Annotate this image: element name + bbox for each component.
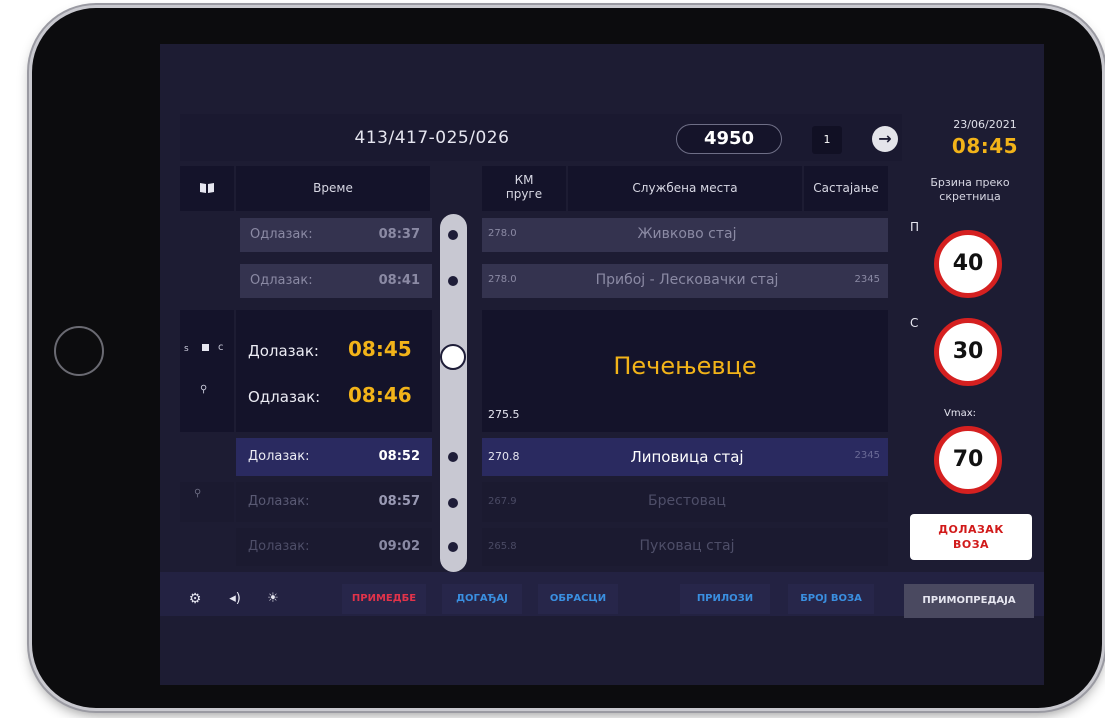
- current-arrival-time: 08:45: [348, 337, 412, 361]
- row-2-time-cell[interactable]: Долазак: 08:52: [236, 438, 432, 476]
- train-arrival-line2: ВОЗА: [952, 538, 990, 551]
- row-0-station: Живково стај: [637, 226, 737, 242]
- attachments-button[interactable]: ПРИЛОЗИ: [680, 584, 770, 614]
- signal-right-label: c: [218, 342, 224, 353]
- current-departure-time: 08:46: [348, 383, 412, 407]
- row-2-station: Липовица стај: [630, 448, 744, 466]
- settings-gear-icon[interactable]: ⚙: [180, 584, 210, 614]
- signal-left-label: s: [184, 344, 189, 354]
- remarks-button[interactable]: ПРИМЕДБЕ: [342, 584, 426, 614]
- event-button[interactable]: ДОГАЂАЈ: [442, 584, 522, 614]
- row-4-label: Долазак:: [248, 539, 310, 554]
- current-time-cell: Долазак: 08:45 Одлазак: 08:46: [236, 310, 432, 432]
- col-km-line2: пруге: [505, 187, 543, 201]
- book-icon-cell[interactable]: [180, 166, 234, 211]
- route-track: [440, 214, 467, 572]
- row-4-time-cell[interactable]: Долазак: 09:02: [236, 528, 432, 566]
- speed-sign-c: 30: [934, 318, 1002, 386]
- speed-sign-p: 40: [934, 230, 1002, 298]
- row-1-km: 278.0: [488, 274, 517, 285]
- row-4-time: 09:02: [378, 539, 420, 554]
- col-stations: Службена места: [568, 166, 802, 211]
- row-0-stop-dot: [448, 230, 458, 240]
- speed-sign-vmax: 70: [934, 426, 1002, 494]
- row-0-km: 278.0: [488, 228, 517, 239]
- handover-button[interactable]: ПРИМОПРЕДАЈА: [904, 584, 1034, 618]
- row-2-time: 08:52: [378, 449, 420, 464]
- row-3-icon-cell: ⚲: [180, 482, 234, 522]
- current-signal-cell: s c ⚲: [180, 310, 234, 432]
- row-1-label: Одлазак:: [250, 273, 313, 288]
- train-number-display[interactable]: 4950: [676, 124, 782, 154]
- current-km: 275.5: [488, 408, 520, 421]
- row-0-station-cell[interactable]: 278.0 Живково стај: [482, 218, 888, 252]
- row-4-stop-dot: [448, 542, 458, 552]
- row-4-station: Пуковац стај: [639, 538, 735, 554]
- train-arrival-line1: ДОЛАЗАК: [938, 523, 1004, 536]
- home-button[interactable]: [54, 326, 104, 376]
- current-time: 08:45: [951, 134, 1019, 158]
- col-time: Време: [236, 166, 430, 211]
- logout-icon[interactable]: →: [872, 126, 898, 152]
- row-4-km: 265.8: [488, 541, 517, 552]
- signal-square-icon: [202, 344, 209, 351]
- row-3-station: Брестовац: [648, 493, 726, 509]
- row-3-km: 267.9: [488, 496, 517, 507]
- screen: 413/417-025/026 4950 1 → 23/06/2021 08:4…: [160, 44, 1044, 685]
- volume-icon[interactable]: ◂): [220, 584, 250, 614]
- row-1-time-cell[interactable]: Одлазак: 08:41: [240, 264, 432, 298]
- speed-c-label: С: [910, 316, 919, 330]
- current-date: 23/06/2021: [953, 118, 1017, 131]
- row-2-station-cell[interactable]: 270.8 Липовица стај 2345: [482, 438, 888, 476]
- page-indicator[interactable]: 1: [812, 126, 842, 154]
- row-0-time-cell[interactable]: Одлазак: 08:37: [240, 218, 432, 252]
- row-2-km: 270.8: [488, 450, 520, 463]
- train-arrival-button[interactable]: ДОЛАЗАК ВОЗА: [910, 514, 1032, 560]
- row-3-staff-icon: ⚲: [194, 488, 202, 499]
- current-position-dot: [440, 344, 466, 370]
- speed-vmax-label: Vmax:: [944, 408, 976, 419]
- row-1-meeting: 2345: [854, 274, 880, 285]
- row-2-meeting: 2345: [854, 450, 880, 461]
- row-2-stop-dot: [448, 452, 458, 462]
- row-0-time: 08:37: [378, 227, 420, 242]
- col-speed-line1: Брзина преко: [930, 176, 1010, 189]
- row-3-label: Долазак:: [248, 494, 310, 509]
- row-1-time: 08:41: [378, 273, 420, 288]
- current-departure-label: Одлазак:: [248, 388, 321, 406]
- current-arrival-label: Долазак:: [248, 342, 319, 360]
- row-4-station-cell[interactable]: 265.8 Пуковац стај: [482, 528, 888, 566]
- forms-button[interactable]: ОБРАСЦИ: [538, 584, 618, 614]
- row-3-stop-dot: [448, 498, 458, 508]
- col-km-line1: КМ: [514, 173, 534, 187]
- row-0-label: Одлазак:: [250, 227, 313, 242]
- speed-p-label: П: [910, 220, 920, 234]
- train-id: 413/417-025/026: [354, 128, 510, 148]
- row-3-time: 08:57: [378, 494, 420, 509]
- row-1-stop-dot: [448, 276, 458, 286]
- current-station-cell: Печењевце 275.5: [482, 310, 888, 432]
- book-icon[interactable]: [199, 182, 215, 194]
- brightness-icon[interactable]: ☀: [258, 584, 288, 614]
- train-number-button[interactable]: БРОЈ ВОЗА: [788, 584, 874, 614]
- col-km: КМ пруге: [482, 166, 566, 211]
- row-3-time-cell[interactable]: Долазак: 08:57: [236, 482, 432, 522]
- row-1-station: Прибој - Лесковачки стај: [595, 272, 779, 288]
- col-speed: Брзина преко скретница: [896, 176, 1044, 204]
- col-speed-line2: скретница: [939, 190, 1001, 203]
- row-1-station-cell[interactable]: 278.0 Прибој - Лесковачки стај 2345: [482, 264, 888, 298]
- col-meeting: Састајање: [804, 166, 888, 211]
- tablet-frame: 413/417-025/026 4950 1 → 23/06/2021 08:4…: [32, 8, 1102, 708]
- row-2-label: Долазак:: [248, 449, 310, 464]
- staff-icon: ⚲: [200, 384, 208, 395]
- row-3-station-cell[interactable]: 267.9 Брестовац: [482, 482, 888, 522]
- current-station-name: Печењевце: [613, 352, 757, 380]
